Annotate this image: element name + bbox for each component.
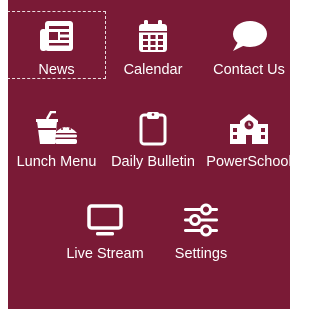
- menu-item-contact-us[interactable]: Contact Us: [201, 12, 290, 78]
- app-menu-panel: News Calendar Contact Us Lunch Menu Dail…: [8, 0, 290, 309]
- menu-item-powerschool[interactable]: PowerSchool: [201, 104, 290, 170]
- monitor-icon: [83, 198, 127, 241]
- newspaper-icon: [35, 14, 79, 57]
- clipboard-icon: [131, 106, 175, 149]
- menu-item-lunch-menu[interactable]: Lunch Menu: [8, 104, 105, 170]
- menu-item-label: Daily Bulletin: [111, 154, 195, 170]
- menu-item-daily-bulletin[interactable]: Daily Bulletin: [105, 104, 201, 170]
- menu-item-live-stream[interactable]: Live Stream: [57, 196, 153, 262]
- menu-item-label: Live Stream: [66, 246, 144, 262]
- menu-item-news[interactable]: News: [8, 11, 106, 79]
- menu-item-calendar[interactable]: Calendar: [105, 12, 201, 78]
- fast-food-icon: [35, 106, 79, 149]
- chat-bubble-icon: [227, 14, 271, 57]
- sliders-icon: [179, 198, 223, 241]
- menu-item-settings[interactable]: Settings: [153, 196, 249, 262]
- menu-item-label: PowerSchool: [206, 154, 290, 170]
- school-building-icon: [227, 106, 271, 149]
- menu-item-label: Calendar: [123, 62, 183, 78]
- calendar-icon: [131, 14, 175, 57]
- menu-item-label: Contact Us: [213, 62, 285, 78]
- menu-item-label: News: [38, 62, 75, 78]
- menu-item-label: Settings: [174, 246, 228, 262]
- menu-item-label: Lunch Menu: [16, 154, 97, 170]
